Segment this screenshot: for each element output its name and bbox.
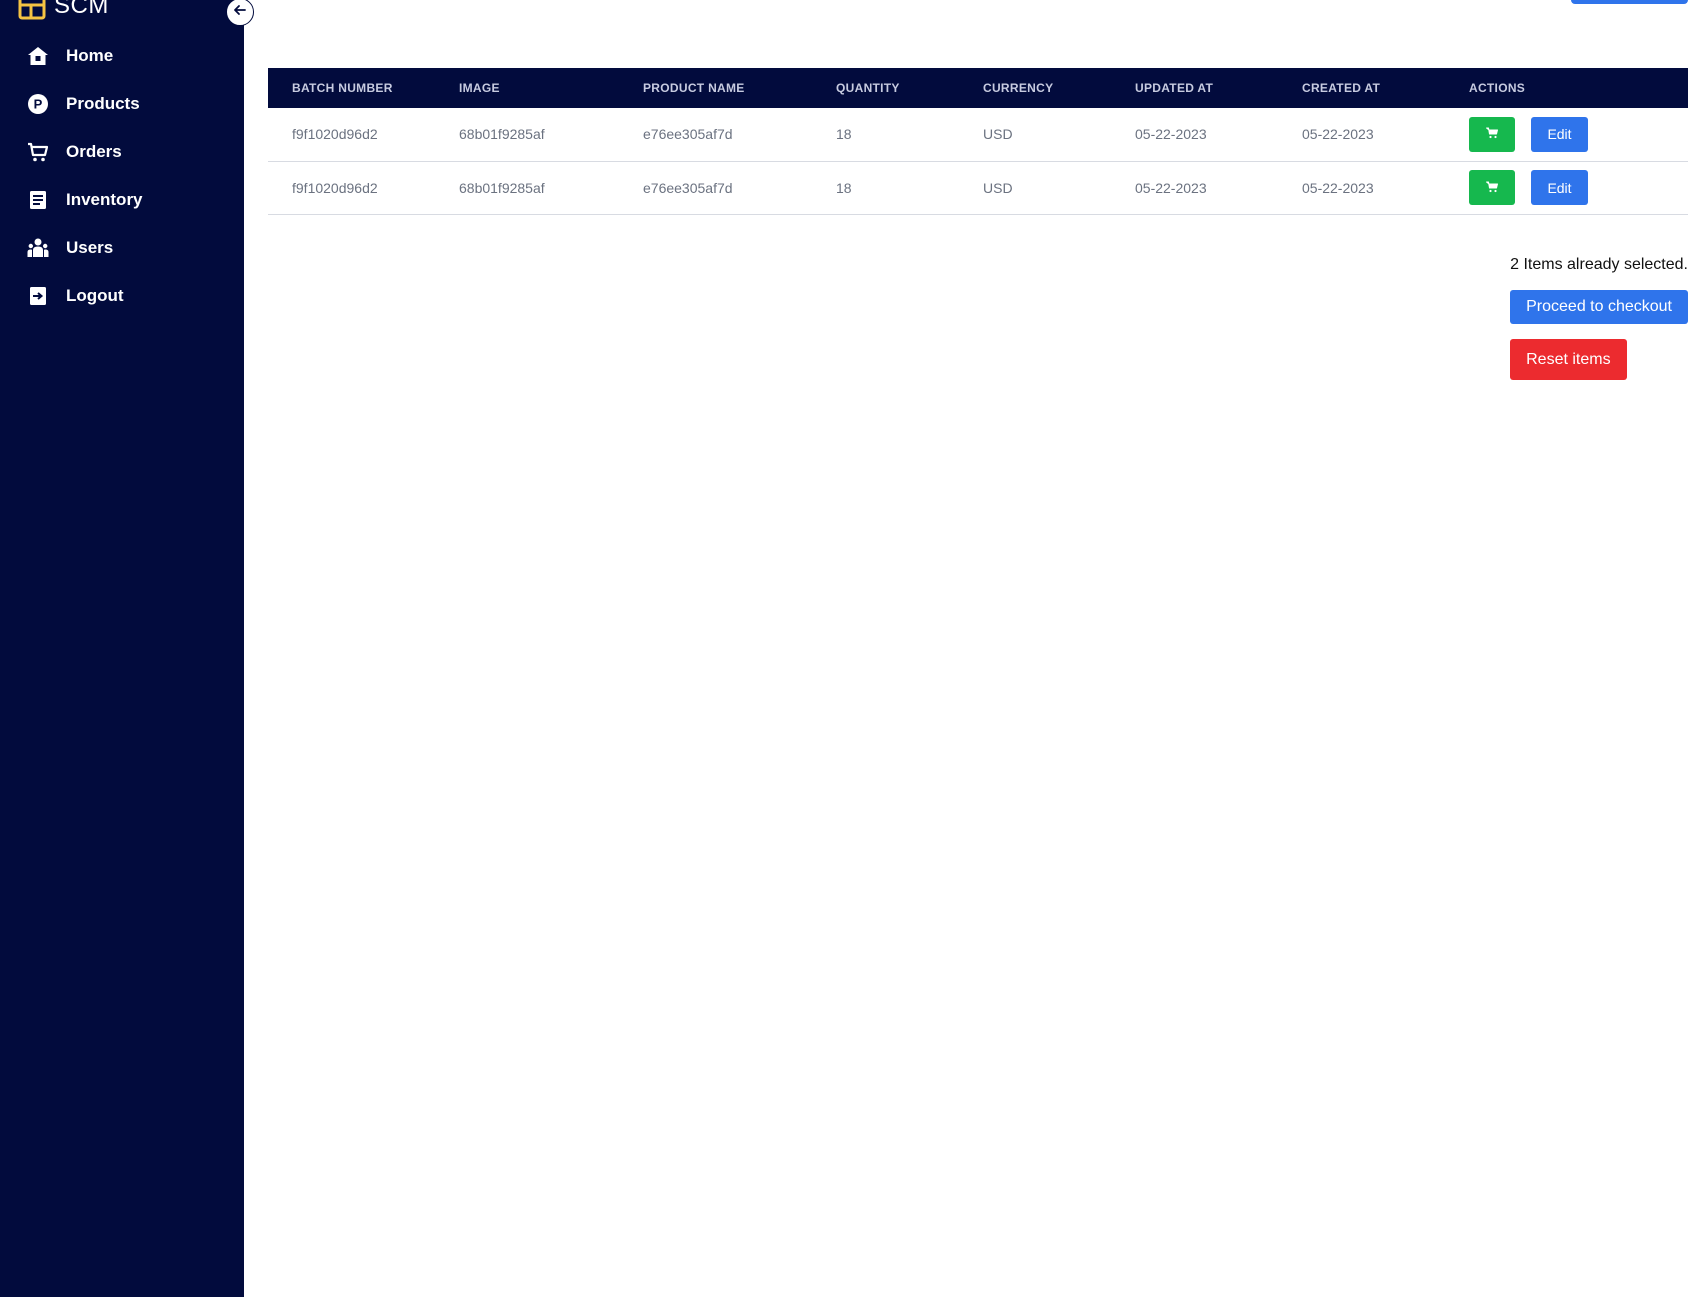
sidebar-item-products[interactable]: P Products: [0, 80, 244, 128]
column-header: IMAGE: [459, 81, 500, 95]
sidebar: SCM Home P Products Orders Inventory Use…: [0, 0, 244, 1297]
sidebar-item-label: Logout: [66, 286, 124, 305]
users-icon: [27, 237, 49, 259]
reset-items-button[interactable]: Reset items: [1510, 339, 1627, 380]
column-header: CREATED AT: [1302, 81, 1381, 95]
column-header: PRODUCT NAME: [643, 81, 745, 95]
sidebar-item-label: Users: [66, 238, 114, 257]
product-p-icon: P: [27, 93, 49, 115]
products-table: BATCH NUMBER IMAGE PRODUCT NAME QUANTITY…: [268, 68, 1688, 215]
logout-icon: [27, 285, 49, 307]
products-table-container: BATCH NUMBER IMAGE PRODUCT NAME QUANTITY…: [268, 68, 1688, 215]
proceed-to-checkout-button[interactable]: Proceed to checkout: [1510, 290, 1688, 324]
image-cell: 68b01f9285af: [459, 126, 545, 143]
sidebar-item-label: Orders: [66, 142, 122, 161]
top-action-button[interactable]: [1571, 0, 1688, 4]
document-icon: [27, 189, 49, 211]
edit-button[interactable]: Edit: [1531, 170, 1588, 205]
batch-number-cell: f9f1020d96d2: [292, 179, 378, 196]
table-row: f9f1020d96d2 68b01f9285af e76ee305af7d 1…: [268, 108, 1688, 161]
sidebar-item-label: Inventory: [66, 190, 143, 209]
arrow-left-icon: [232, 2, 248, 23]
quantity-cell: 18: [836, 126, 852, 143]
created-at-cell: 05-22-2023: [1302, 126, 1374, 143]
edit-button[interactable]: Edit: [1531, 116, 1588, 152]
sidebar-item-home[interactable]: Home: [0, 32, 244, 80]
add-to-cart-button[interactable]: [1469, 170, 1515, 205]
selection-summary: 2 Items already selected. Proceed to che…: [1510, 256, 1688, 380]
table-header-row: BATCH NUMBER IMAGE PRODUCT NAME QUANTITY…: [268, 68, 1688, 108]
sidebar-item-logout[interactable]: Logout: [0, 272, 244, 320]
collapse-sidebar-button[interactable]: [226, 0, 254, 26]
add-to-cart-button[interactable]: [1469, 116, 1515, 152]
product-name-cell: e76ee305af7d: [643, 126, 733, 143]
actions-cell: Edit: [1469, 108, 1688, 161]
brand[interactable]: SCM: [18, 0, 109, 20]
product-name-cell: e76ee305af7d: [643, 179, 733, 196]
cart-icon: [1485, 180, 1499, 196]
svg-text:P: P: [34, 97, 43, 112]
sidebar-item-label: Home: [66, 46, 114, 65]
sidebar-item-users[interactable]: Users: [0, 224, 244, 272]
sidebar-item-inventory[interactable]: Inventory: [0, 176, 244, 224]
created-at-cell: 05-22-2023: [1302, 179, 1374, 196]
actions-cell: Edit: [1469, 161, 1688, 214]
updated-at-cell: 05-22-2023: [1135, 126, 1207, 143]
column-header: BATCH NUMBER: [292, 81, 393, 95]
column-header: UPDATED AT: [1135, 81, 1214, 95]
selected-items-text: 2 Items already selected.: [1510, 256, 1688, 273]
cart-icon: [27, 141, 49, 163]
grid-logo-icon: [18, 0, 46, 20]
column-header: QUANTITY: [836, 81, 900, 95]
column-header: ACTIONS: [1469, 81, 1526, 95]
quantity-cell: 18: [836, 179, 852, 196]
updated-at-cell: 05-22-2023: [1135, 179, 1207, 196]
sidebar-item-label: Products: [66, 94, 140, 113]
brand-name: SCM: [54, 0, 109, 19]
column-header: CURRENCY: [983, 81, 1054, 95]
sidebar-nav: Home P Products Orders Inventory Users L…: [0, 32, 244, 320]
currency-cell: USD: [983, 179, 1013, 196]
batch-number-cell: f9f1020d96d2: [292, 126, 378, 143]
currency-cell: USD: [983, 126, 1013, 143]
home-icon: [27, 45, 49, 67]
table-row: f9f1020d96d2 68b01f9285af e76ee305af7d 1…: [268, 161, 1688, 214]
sidebar-item-orders[interactable]: Orders: [0, 128, 244, 176]
image-cell: 68b01f9285af: [459, 179, 545, 196]
cart-icon: [1485, 126, 1499, 142]
